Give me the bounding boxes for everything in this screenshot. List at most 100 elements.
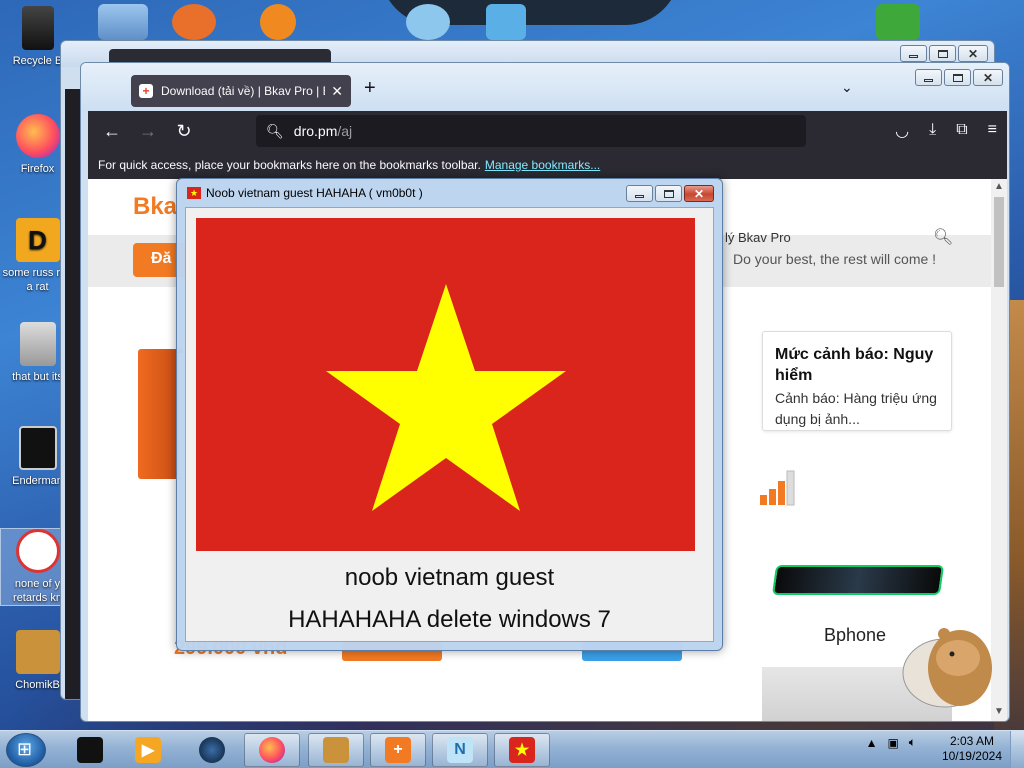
firefox-icon bbox=[259, 737, 285, 763]
maximize-button[interactable] bbox=[929, 45, 956, 62]
close-button[interactable]: ✕ bbox=[958, 45, 988, 62]
minimize-icon bbox=[635, 194, 644, 198]
close-icon: ✕ bbox=[982, 70, 994, 85]
volume-icon[interactable]: 🔈︎ bbox=[909, 735, 916, 750]
pocket-icon[interactable]: ◡ bbox=[895, 121, 909, 141]
reload-button[interactable]: ↻ bbox=[166, 121, 202, 142]
minimize-icon bbox=[909, 54, 918, 58]
url-bar[interactable]: 🔍︎ dro.pm/aj bbox=[256, 115, 806, 147]
desktop-top-icon-4[interactable] bbox=[406, 4, 450, 40]
background-window-controls: ✕ bbox=[900, 45, 988, 62]
maximize-icon bbox=[952, 73, 963, 82]
close-button[interactable]: ✕ bbox=[684, 185, 714, 202]
maximize-button[interactable] bbox=[944, 69, 971, 86]
dialog-titlebar[interactable]: ★ Noob vietnam guest HAHAHA ( vm0b0t ) ✕ bbox=[177, 179, 722, 207]
site-logo[interactable]: Bka bbox=[133, 193, 177, 221]
maximize-icon bbox=[663, 189, 674, 198]
vietnam-flag-icon: ★ bbox=[187, 187, 201, 199]
alert-card-title: Mức cảnh báo: Nguy hiểm bbox=[775, 346, 934, 384]
toolbar-right-icons: ◡ ⤓ ⧉ ≡ bbox=[895, 121, 997, 141]
url-host: dro.pm bbox=[293, 123, 338, 139]
black-box-icon bbox=[77, 737, 103, 763]
vietnam-dialog[interactable]: ★ Noob vietnam guest HAHAHA ( vm0b0t ) ✕… bbox=[176, 178, 723, 651]
vietnam-flag bbox=[196, 218, 695, 551]
browser-tab[interactable]: Download (tải về) | Bkav Pro | Bk ✕ bbox=[131, 75, 351, 107]
close-button[interactable]: ✕ bbox=[973, 69, 1003, 86]
firefox-window-controls: ✕ bbox=[915, 69, 1003, 86]
desktop-top-icon-2[interactable] bbox=[172, 4, 216, 40]
firefox-titlebar[interactable]: Download (tải về) | Bkav Pro | Bk ✕ + ⌄ … bbox=[81, 63, 1009, 111]
dialog-message-line1: noob vietnam guest bbox=[344, 564, 555, 591]
taskbar-item-n-app[interactable]: N bbox=[432, 733, 488, 767]
taskbar-item-bkav[interactable]: + bbox=[370, 733, 426, 767]
taskbar-item-firefox[interactable] bbox=[244, 733, 300, 767]
desktop-top-icon-5[interactable] bbox=[486, 4, 526, 40]
search-icon: 🔍︎ bbox=[266, 122, 284, 139]
bkav-shield-icon bbox=[139, 84, 153, 98]
maximize-button[interactable] bbox=[655, 185, 682, 202]
close-icon: ✕ bbox=[693, 186, 705, 201]
taskbar-item-night-orb[interactable] bbox=[184, 733, 240, 767]
bphone-image[interactable] bbox=[771, 565, 945, 595]
desktop-top-icon-1[interactable] bbox=[98, 4, 148, 40]
tray-expand-icon[interactable]: ▲ bbox=[866, 736, 878, 750]
stacked-windows-icon bbox=[19, 322, 56, 366]
chomikbox-icon bbox=[15, 630, 60, 674]
bookmarks-toolbar: For quick access, place your bookmarks h… bbox=[88, 151, 1007, 179]
n-app-icon: N bbox=[447, 737, 473, 763]
bphone-label[interactable]: Bphone bbox=[824, 625, 886, 646]
dino-icon bbox=[15, 529, 60, 573]
bookmarks-hint: For quick access, place your bookmarks h… bbox=[98, 158, 481, 172]
bar-chart-icon bbox=[760, 470, 795, 506]
taskbar-item-black-box[interactable] bbox=[62, 733, 118, 767]
background-window-sidebar bbox=[65, 89, 81, 699]
media-player-icon: ▶ bbox=[135, 737, 161, 763]
taskbar-item-vietnam-flag[interactable]: ★ bbox=[494, 733, 550, 767]
recycle-bin-icon bbox=[21, 6, 54, 50]
clock-time: 2:03 AM bbox=[949, 734, 994, 748]
minimize-button[interactable] bbox=[915, 69, 942, 86]
minimize-icon bbox=[924, 78, 933, 82]
taskbar: ▶ + N ★ ▲ ▣ 🔈︎ 2:03 AM 10/19/2024 bbox=[0, 730, 1024, 768]
dialog-message-line2: HAHAHAHA delete windows 7 bbox=[288, 606, 611, 633]
night-orb-icon bbox=[199, 737, 225, 763]
manage-bookmarks-link[interactable]: Manage bookmarks... bbox=[485, 158, 600, 172]
tab-title: Download (tải về) | Bkav Pro | Bk bbox=[161, 84, 326, 98]
system-tray: ▲ ▣ 🔈︎ bbox=[866, 735, 916, 750]
alert-card[interactable]: Mức cảnh báo: Nguy hiểm Cảnh báo: Hàng t… bbox=[762, 331, 952, 431]
taskbar-item-media-player[interactable]: ▶ bbox=[120, 733, 176, 767]
hamster-sticker bbox=[902, 628, 992, 708]
site-search-icon[interactable]: 🔍︎ bbox=[933, 227, 953, 247]
desktop-top-icon-3[interactable] bbox=[260, 4, 296, 40]
forward-button[interactable]: → bbox=[130, 121, 166, 142]
taskbar-item-chomikbox[interactable] bbox=[308, 733, 364, 767]
desktop-top-icon-6[interactable] bbox=[876, 4, 920, 40]
scroll-up-icon[interactable]: ▲ bbox=[994, 181, 1004, 192]
network-icon[interactable]: ▣ bbox=[887, 736, 898, 750]
dialog-body: noob vietnam guest HAHAHAHA delete windo… bbox=[185, 207, 714, 642]
close-icon: ✕ bbox=[967, 46, 979, 61]
enderman-icon bbox=[18, 426, 57, 470]
clock-date: 10/19/2024 bbox=[941, 749, 1002, 763]
extensions-icon[interactable]: ⧉ bbox=[956, 121, 967, 141]
minimize-button[interactable] bbox=[626, 185, 653, 202]
vietnam-flag-icon: ★ bbox=[509, 737, 535, 763]
scroll-thumb[interactable] bbox=[994, 197, 1004, 287]
url-path: /aj bbox=[337, 123, 353, 139]
d-letter-icon: D bbox=[15, 218, 60, 262]
back-button[interactable]: ← bbox=[94, 121, 130, 142]
show-desktop-button[interactable] bbox=[1010, 731, 1024, 768]
dialog-title: Noob vietnam guest HAHAHA ( vm0b0t ) bbox=[206, 186, 423, 200]
menu-icon[interactable]: ≡ bbox=[988, 121, 997, 141]
new-tab-button[interactable]: + bbox=[364, 77, 376, 100]
nav-link[interactable]: lý Bkav Pro bbox=[725, 230, 791, 245]
tab-close-icon[interactable]: ✕ bbox=[331, 83, 343, 100]
list-tabs-chevron-icon[interactable]: ⌄ bbox=[841, 79, 853, 96]
site-slogan: Do your best, the rest will come ! bbox=[733, 251, 937, 267]
clock[interactable]: 2:03 AM 10/19/2024 bbox=[942, 734, 1002, 764]
alert-card-body: Cảnh báo: Hàng triệu ứng dụng bị ảnh... bbox=[775, 390, 937, 427]
firefox-icon bbox=[15, 114, 60, 158]
start-button[interactable] bbox=[6, 733, 46, 767]
downloads-icon[interactable]: ⤓ bbox=[929, 121, 936, 141]
minimize-button[interactable] bbox=[900, 45, 927, 62]
